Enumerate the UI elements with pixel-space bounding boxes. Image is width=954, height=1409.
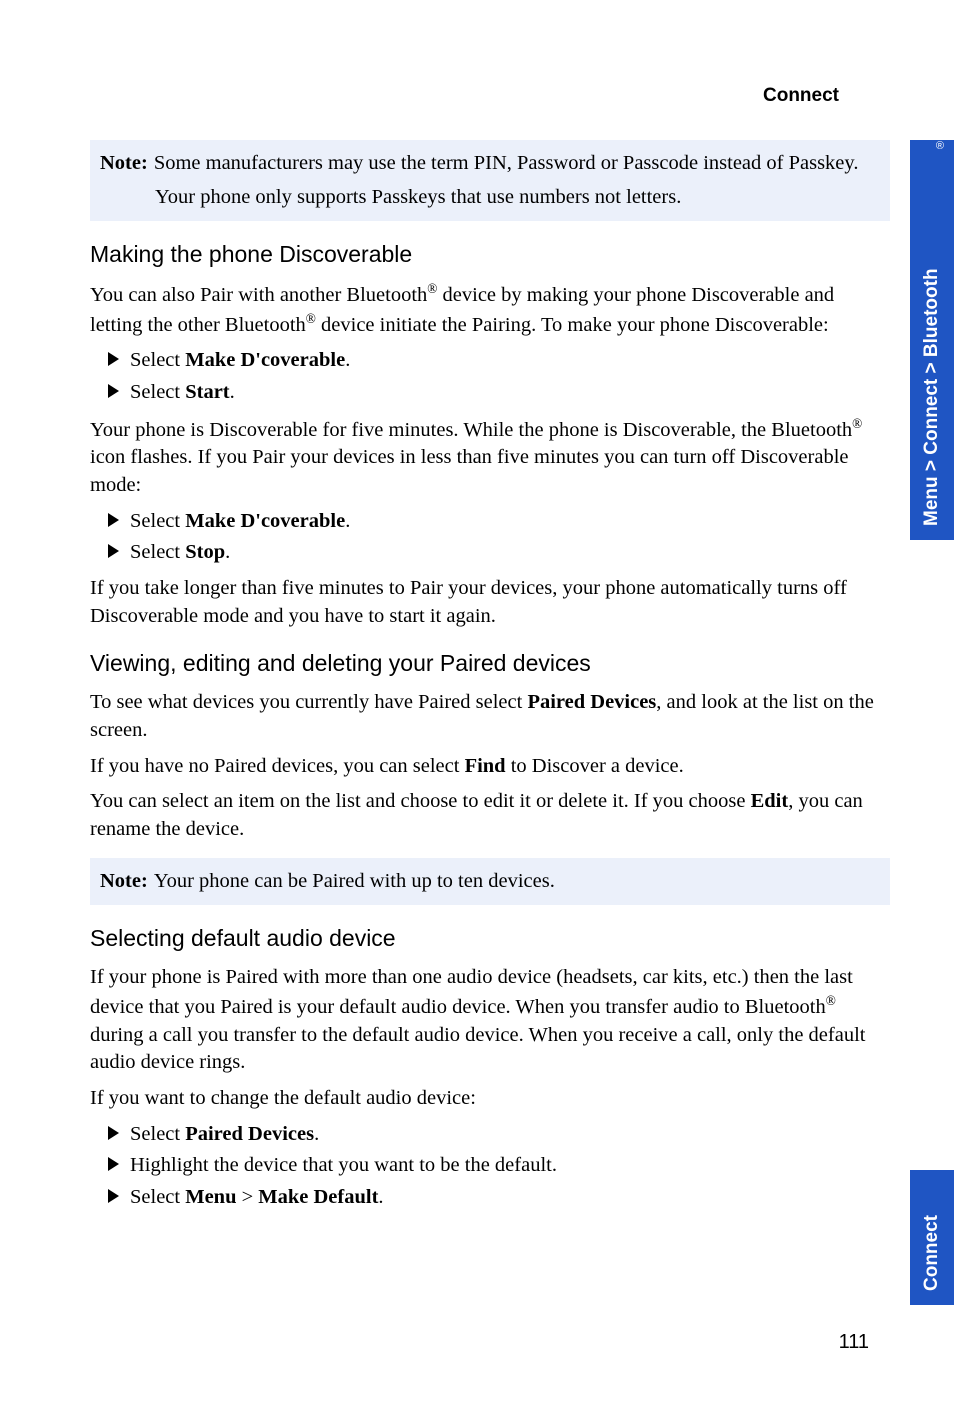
note-label: Note: — [100, 868, 154, 896]
registered-icon: ® — [306, 311, 316, 326]
note-box-1: Note: Some manufacturers may use the ter… — [90, 140, 890, 221]
registered-icon: ® — [826, 993, 836, 1008]
para: If your phone is Paired with more than o… — [90, 964, 890, 1077]
para: If you take longer than five minutes to … — [90, 575, 890, 630]
step-list: Select Make D'coverable. Select Start. — [90, 347, 890, 406]
note-label: Note: — [100, 150, 154, 178]
manual-page: Connect Menu > Connect > Bluetooth ® Con… — [0, 0, 954, 1409]
registered-icon: ® — [852, 416, 862, 431]
chapter-text: Connect — [921, 1215, 943, 1291]
step-item: Select Make D'coverable. — [108, 347, 890, 375]
side-tab-breadcrumb: Menu > Connect > Bluetooth — [910, 140, 954, 540]
para: If you want to change the default audio … — [90, 1085, 890, 1113]
breadcrumb-text: Menu > Connect > Bluetooth — [921, 268, 943, 526]
heading-default-audio: Selecting default audio device — [90, 923, 890, 954]
heading-discoverable: Making the phone Discoverable — [90, 239, 890, 270]
note-extra: Your phone only supports Passkeys that u… — [155, 184, 880, 212]
note-body: Your phone can be Paired with up to ten … — [154, 868, 880, 896]
page-number: 111 — [839, 1331, 869, 1354]
para: Your phone is Discoverable for five minu… — [90, 415, 890, 500]
heading-paired-devices: Viewing, editing and deleting your Paire… — [90, 648, 890, 679]
step-item: Select Stop. — [108, 539, 890, 567]
step-item: Select Paired Devices. — [108, 1121, 890, 1149]
registered-icon: ® — [427, 281, 437, 296]
para: If you have no Paired devices, you can s… — [90, 753, 890, 781]
registered-mark-icon: ® — [936, 140, 944, 152]
para: You can select an item on the list and c… — [90, 788, 890, 843]
step-list: Select Paired Devices. Highlight the dev… — [90, 1121, 890, 1212]
note-body: Some manufacturers may use the term PIN,… — [154, 150, 880, 178]
step-item: Select Start. — [108, 379, 890, 407]
page-header-section: Connect — [763, 85, 839, 107]
step-item: Highlight the device that you want to be… — [108, 1152, 890, 1180]
step-item: Select Menu > Make Default. — [108, 1184, 890, 1212]
para: You can also Pair with another Bluetooth… — [90, 280, 890, 339]
step-item: Select Make D'coverable. — [108, 508, 890, 536]
note-box-2: Note: Your phone can be Paired with up t… — [90, 858, 890, 906]
content-area: Note: Some manufacturers may use the ter… — [90, 140, 890, 1212]
para: To see what devices you currently have P… — [90, 689, 890, 744]
side-tab-chapter: Connect — [910, 1170, 954, 1305]
step-list: Select Make D'coverable. Select Stop. — [90, 508, 890, 567]
